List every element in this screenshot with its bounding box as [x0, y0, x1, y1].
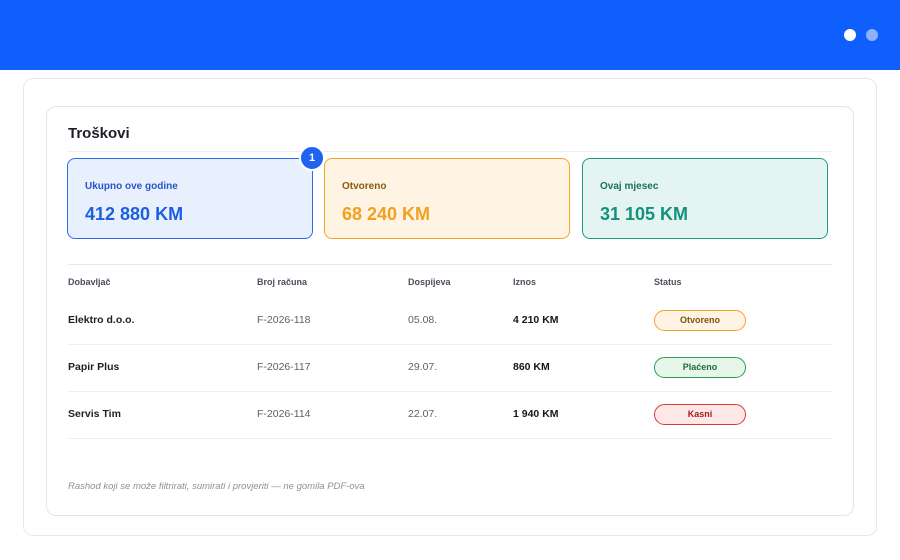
stat-label: Ukupno ove godine — [85, 181, 178, 192]
stat-value: 68 240 KM — [342, 204, 431, 224]
window-dot-icon[interactable] — [844, 29, 856, 41]
due-cell: 22.07. — [408, 408, 438, 420]
due-cell: 05.08. — [408, 314, 438, 326]
title-divider — [68, 151, 832, 152]
row-divider — [68, 438, 832, 439]
amount-cell: 1 940 KM — [513, 408, 559, 420]
invoice-cell: F-2026-117 — [257, 361, 311, 373]
window-dot-icon[interactable] — [866, 29, 878, 41]
status-badge: Otvoreno — [654, 310, 746, 331]
stat-label: Otvoreno — [342, 181, 387, 192]
stat-value: 412 880 KM — [85, 204, 184, 224]
stat-value: 31 105 KM — [600, 204, 689, 224]
table-row[interactable]: Servis Tim F-2026-114 22.07. 1 940 KM Ka… — [68, 392, 832, 439]
table-divider — [68, 264, 832, 265]
footnote: Rashod koji se može filtrirati, sumirati… — [68, 481, 365, 492]
step-badge: 1 — [299, 145, 325, 171]
amount-cell: 860 KM — [513, 361, 550, 373]
table-row[interactable]: Elektro d.o.o. F-2026-118 05.08. 4 210 K… — [68, 298, 832, 345]
vendor-cell: Elektro d.o.o. — [68, 314, 135, 326]
column-header-vendor[interactable]: Dobavljač — [68, 277, 111, 287]
table-row[interactable]: Papir Plus F-2026-117 29.07. 860 KM Plać… — [68, 345, 832, 392]
top-bar — [0, 0, 900, 70]
stat-open[interactable]: Otvoreno 68 240 KM — [324, 158, 570, 239]
column-header-amount[interactable]: Iznos — [513, 277, 536, 287]
stat-this-month[interactable]: Ovaj mjesec 31 105 KM — [582, 158, 828, 239]
stat-total-year[interactable]: Ukupno ove godine 412 880 KM — [67, 158, 313, 239]
vendor-cell: Servis Tim — [68, 408, 121, 420]
card-title: Troškovi — [68, 125, 130, 142]
due-cell: 29.07. — [408, 361, 438, 373]
status-badge: Plaćeno — [654, 357, 746, 378]
vendor-cell: Papir Plus — [68, 361, 120, 373]
stat-label: Ovaj mjesec — [600, 181, 659, 192]
column-header-due[interactable]: Dospijeva — [408, 277, 451, 287]
invoice-cell: F-2026-118 — [257, 314, 311, 326]
column-header-invoice[interactable]: Broj računa — [257, 277, 307, 287]
amount-cell: 4 210 KM — [513, 314, 559, 326]
status-badge: Kasni — [654, 404, 746, 425]
column-header-status[interactable]: Status — [654, 277, 682, 287]
invoice-cell: F-2026-114 — [257, 408, 311, 420]
expenses-card: Troškovi Ukupno ove godine 412 880 KM Ot… — [46, 106, 854, 516]
